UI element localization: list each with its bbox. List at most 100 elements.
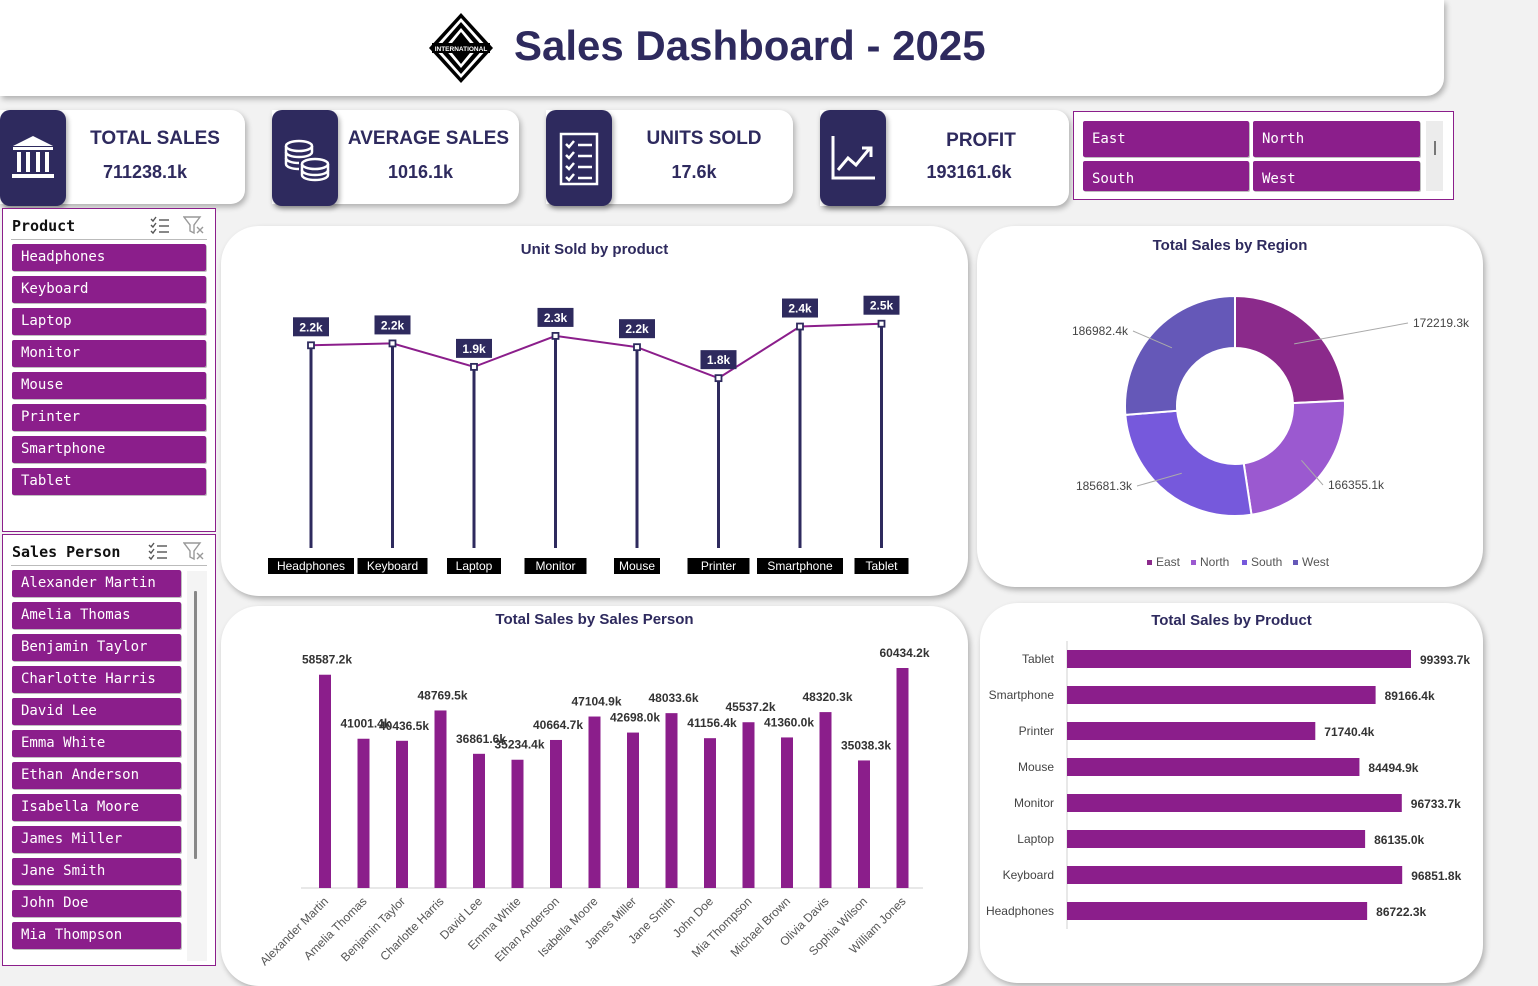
bar-james-miller (627, 732, 639, 888)
legend-label: West (1302, 555, 1330, 569)
slice-west (1124, 294, 1236, 416)
category-label: Monitor (1014, 796, 1054, 810)
category-label: Mouse (619, 559, 655, 573)
category-label: Headphones (277, 559, 345, 573)
kpi-total-sales: TOTAL SALES 711238.1k (0, 110, 245, 206)
category-label: Printer (1019, 724, 1054, 738)
slicer-item-benjamin-taylor[interactable]: Benjamin Taylor (12, 634, 181, 661)
category-label: Tablet (865, 559, 898, 573)
dashboard-title: Sales Dashboard - 2025 (514, 22, 986, 69)
salesperson-bar-chart: 58587.2kAlexander Martin41001.4kAmelia T… (257, 646, 930, 968)
data-label: 48033.6k (648, 691, 698, 705)
point-monitor (551, 332, 560, 340)
clear-filter-icon[interactable] (183, 541, 205, 561)
bar-headphones (1067, 902, 1368, 920)
kpi-value: 711238.1k (102, 162, 188, 182)
slicer-item-monitor[interactable]: Monitor (12, 340, 206, 367)
kpi-label: PROFIT (946, 130, 1016, 151)
data-label: 2.4k (788, 302, 812, 316)
product-chart-card: Total Sales by Product Tablet 99393.7k Sma… (980, 603, 1483, 983)
data-label: 58587.2k (302, 653, 352, 667)
bar-ethan-anderson (550, 739, 562, 888)
data-label: 41156.4k (687, 716, 737, 730)
header-banner: INTERNATIONAL Sales Dashboard - 2025 (0, 0, 1444, 96)
data-label: 60434.2k (879, 646, 929, 660)
region-item-west[interactable]: West (1253, 161, 1420, 191)
data-label: 2.2k (381, 318, 405, 332)
salesperson-scrollbar[interactable] (187, 571, 207, 961)
bar-william-jones (896, 668, 909, 888)
slicer-item-john-doe[interactable]: John Doe (12, 890, 181, 917)
data-label: 40664.7k (533, 718, 583, 732)
slicer-item-emma-white[interactable]: Emma White (12, 730, 181, 757)
product-hbar-chart: Tablet 99393.7k Smartphone 89166.4k Printer 7… (986, 641, 1470, 929)
slicer-item-mia-thompson[interactable]: Mia Thompson (12, 922, 181, 949)
slicer-item-smartphone[interactable]: Smartphone (12, 436, 206, 463)
kpi-value: 193161.6k (926, 162, 1012, 182)
slicer-item-david-lee[interactable]: David Lee (12, 698, 181, 725)
data-label: 48769.5k (417, 688, 467, 702)
multi-select-icon[interactable] (147, 541, 169, 561)
category-label: Keyboard (367, 559, 418, 573)
category-label: Headphones (986, 904, 1054, 918)
point-laptop (470, 362, 478, 371)
region-item-east[interactable]: East (1083, 121, 1249, 157)
data-label: 71740.4k (1324, 725, 1374, 739)
checklist-icon (546, 110, 612, 206)
units-sold-chart-card: Unit Sold by product 2.2k Headphones 2.2k K… (221, 226, 968, 596)
clear-filter-icon[interactable] (183, 215, 205, 235)
region-scrollbar[interactable] (1426, 121, 1443, 191)
data-label: 86135.0k (1374, 833, 1424, 847)
data-label: 2.2k (625, 322, 649, 336)
category-label: Smartphone (767, 559, 833, 573)
slice-label: 172219.3k (1413, 316, 1470, 330)
slicer-item-laptop[interactable]: Laptop (12, 308, 206, 335)
point-mouse (633, 343, 641, 352)
multi-select-icon[interactable] (149, 215, 171, 235)
legend-swatch (1293, 560, 1298, 565)
slicer-item-charlotte-harris[interactable]: Charlotte Harris (12, 666, 181, 693)
bar-olivia-davis (819, 712, 832, 888)
data-label: 41360.0k (764, 715, 814, 729)
slicer-item-tablet[interactable]: Tablet (12, 468, 206, 495)
slicer-item-alexander-martin[interactable]: Alexander Martin (12, 570, 181, 597)
slice-label: 186982.4k (1072, 324, 1129, 338)
slice-label: 185681.3k (1076, 479, 1133, 493)
category-label: Laptop (1017, 832, 1054, 846)
kpi-units-sold: UNITS SOLD 17.6k (546, 110, 793, 206)
bar-laptop (1067, 830, 1366, 848)
kpi-value: 17.6k (671, 162, 717, 182)
data-label: 84494.9k (1368, 761, 1418, 775)
slicer-item-mouse[interactable]: Mouse (12, 372, 206, 399)
product-slicer-title: Product (12, 217, 76, 235)
slicer-item-keyboard[interactable]: Keyboard (12, 276, 206, 303)
point-printer (714, 374, 723, 383)
data-label: 2.3k (544, 311, 568, 325)
region-scrollbar-thumb[interactable] (1434, 141, 1436, 155)
bar-david-lee (473, 753, 485, 888)
region-item-south[interactable]: South (1083, 161, 1249, 191)
point-headphones (307, 341, 315, 350)
slicer-item-headphones[interactable]: Headphones (12, 244, 206, 271)
bar-amelia-thomas (357, 738, 370, 888)
salesperson-scrollbar-thumb[interactable] (194, 591, 197, 859)
bar-jane-smith (665, 713, 678, 888)
salesperson-slicer-title: Sales Person (12, 543, 121, 561)
slicer-item-jane-smith[interactable]: Jane Smith (12, 858, 181, 885)
slicer-item-ethan-anderson[interactable]: Ethan Anderson (12, 762, 181, 789)
slice-east (1234, 294, 1346, 405)
data-label: 2.5k (870, 299, 894, 313)
slicer-item-amelia-thomas[interactable]: Amelia Thomas (12, 602, 181, 629)
bar-mia-thompson (742, 722, 755, 888)
data-label: 35234.4k (494, 738, 544, 752)
kpi-profit: PROFIT 193161.6k (820, 110, 1069, 206)
slicer-item-isabella-moore[interactable]: Isabella Moore (12, 794, 181, 821)
data-label: 89166.4k (1385, 689, 1435, 703)
slicer-item-printer[interactable]: Printer (12, 404, 206, 431)
data-label: 99393.7k (1420, 653, 1470, 667)
legend-swatch (1242, 560, 1247, 565)
slicer-item-james-miller[interactable]: James Miller (12, 826, 181, 853)
region-item-north[interactable]: North (1253, 121, 1420, 157)
slice-south (1124, 409, 1253, 517)
data-label: 96733.7k (1411, 797, 1461, 811)
